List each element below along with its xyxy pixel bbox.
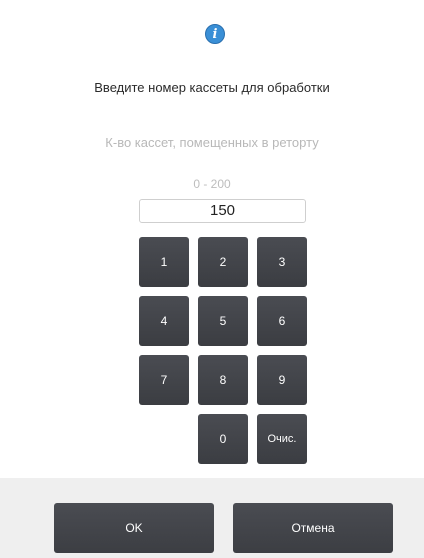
cassette-number-dialog: i Введите номер кассеты для обработки К-…	[0, 0, 424, 558]
key-4[interactable]: 4	[139, 296, 189, 346]
info-icon: i	[205, 24, 225, 44]
key-6[interactable]: 6	[257, 296, 307, 346]
value-range: 0 - 200	[193, 177, 231, 191]
info-icon-glyph: i	[212, 26, 218, 42]
ok-button[interactable]: OK	[54, 503, 214, 553]
cassette-count-input[interactable]: 150	[139, 199, 306, 223]
key-2[interactable]: 2	[198, 237, 248, 287]
key-8[interactable]: 8	[198, 355, 248, 405]
dialog-subprompt: К-во кассет, помещенных в реторту	[105, 135, 319, 150]
key-0[interactable]: 0	[198, 414, 248, 464]
clear-button[interactable]: Очис.	[257, 414, 307, 464]
key-1[interactable]: 1	[139, 237, 189, 287]
key-5[interactable]: 5	[198, 296, 248, 346]
dialog-prompt: Введите номер кассеты для обработки	[94, 80, 330, 95]
key-3[interactable]: 3	[257, 237, 307, 287]
cancel-button[interactable]: Отмена	[233, 503, 393, 553]
key-9[interactable]: 9	[257, 355, 307, 405]
dialog-footer: OK Отмена	[0, 478, 424, 558]
key-7[interactable]: 7	[139, 355, 189, 405]
